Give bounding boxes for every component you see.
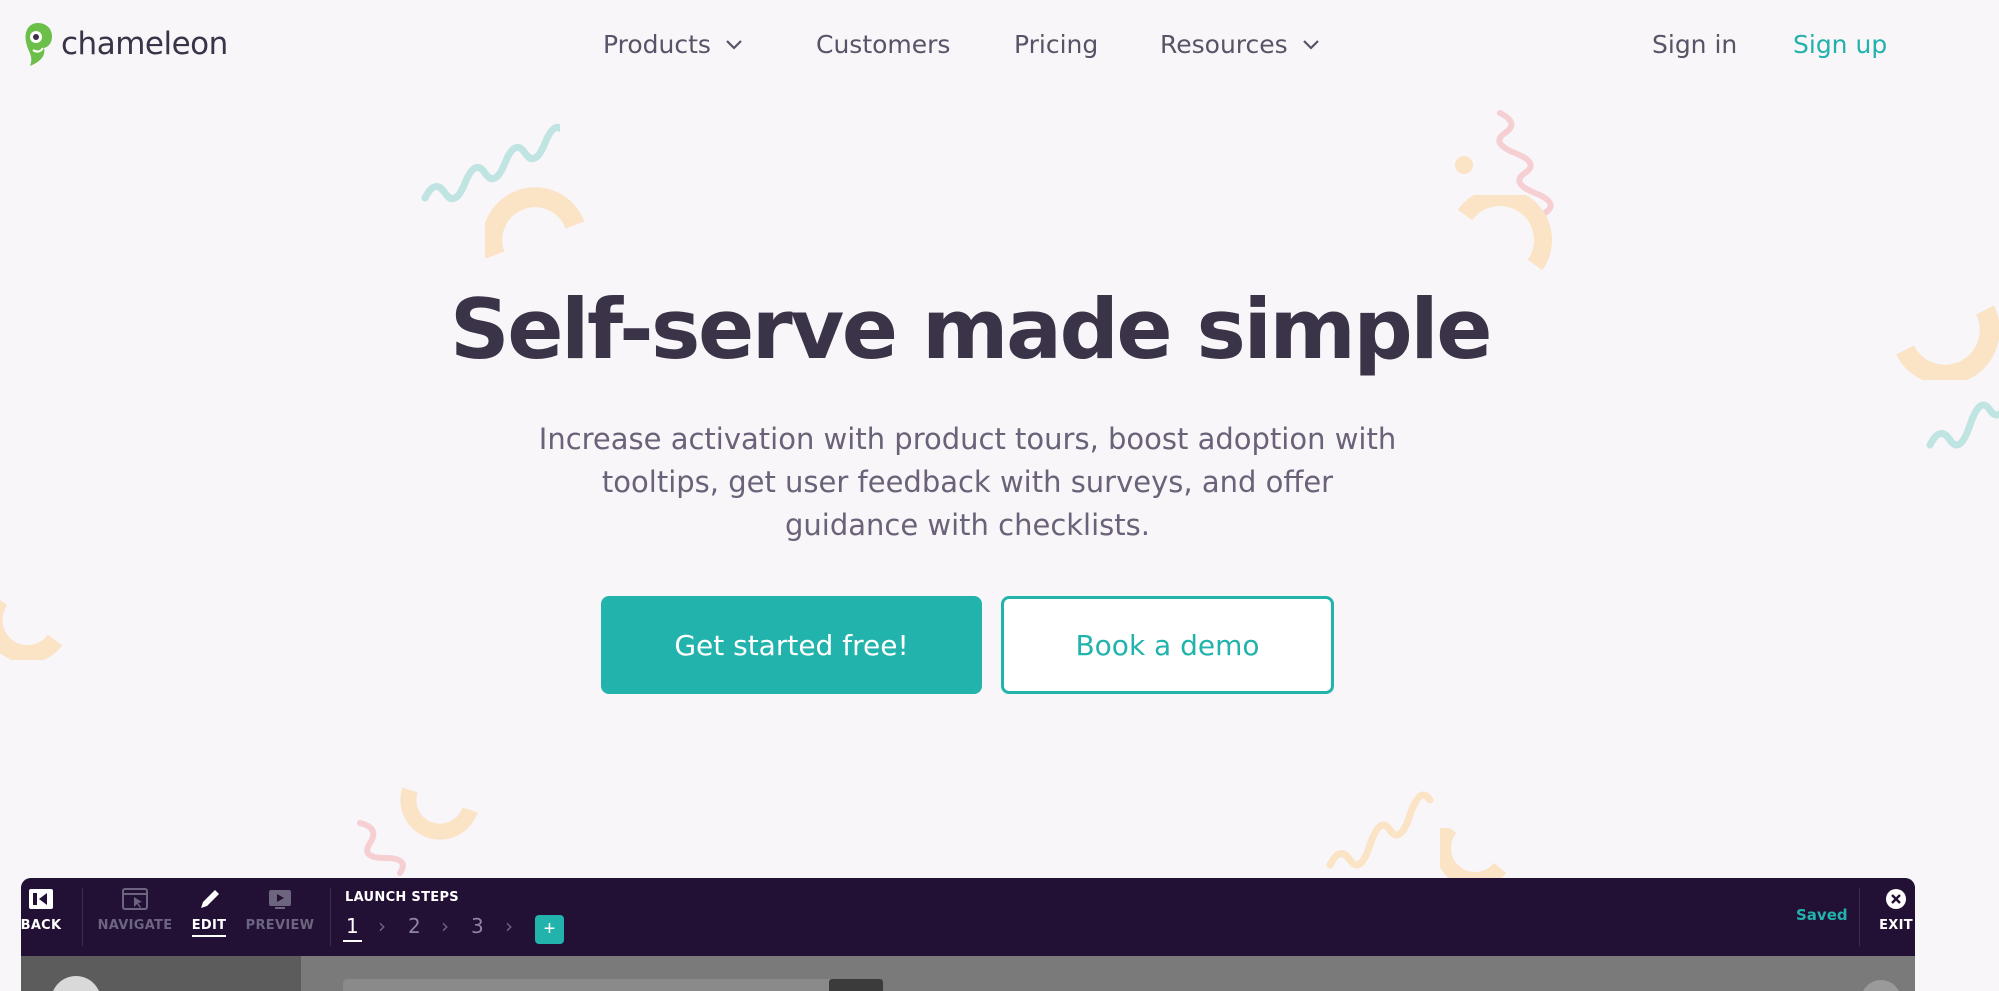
close-icon	[1886, 889, 1906, 909]
get-started-button[interactable]: Get started free!	[601, 596, 982, 694]
edit-button[interactable]: EDIT	[189, 886, 229, 937]
preview-icon	[269, 890, 291, 909]
dot-decoration	[1455, 156, 1473, 174]
exit-label: EXIT	[1879, 918, 1913, 933]
brand-logo[interactable]: chameleon	[22, 20, 228, 68]
landing-page: chameleon Products Customers Pricing Res…	[0, 0, 1999, 991]
brand-name: chameleon	[61, 26, 228, 62]
arc-decoration	[1440, 828, 1507, 878]
arc-decoration	[485, 187, 585, 259]
toolbar-divider	[1859, 888, 1860, 946]
step-1[interactable]: 1	[343, 914, 362, 942]
editor-canvas-avatar	[1861, 980, 1901, 991]
nav-customers[interactable]: Customers	[816, 30, 950, 59]
preview-label: PREVIEW	[245, 918, 315, 933]
navigate-button[interactable]: NAVIGATE	[95, 886, 175, 933]
squiggle-decoration	[1926, 401, 1999, 449]
chameleon-logo-icon	[25, 23, 52, 66]
chevron-right-icon: ›	[505, 914, 513, 938]
nav-customers-label: Customers	[816, 30, 951, 59]
exit-button[interactable]: EXIT	[1876, 886, 1915, 933]
toolbar-divider	[82, 888, 83, 946]
nav-products-label: Products	[603, 30, 711, 59]
back-button[interactable]: BACK	[21, 886, 61, 933]
back-icon	[29, 889, 53, 909]
editor-preview: BACK NAVIGATE EDIT PREVIEW LAUNCH STEPS …	[21, 878, 1915, 991]
sign-in-link[interactable]: Sign in	[1652, 30, 1737, 59]
chevron-right-icon: ›	[378, 914, 386, 938]
navigate-label: NAVIGATE	[97, 918, 173, 933]
navigate-icon	[122, 888, 148, 910]
saved-status: Saved	[1796, 906, 1848, 924]
toolbar-divider	[330, 888, 331, 946]
nav-resources[interactable]: Resources	[1160, 30, 1320, 59]
sign-up-link[interactable]: Sign up	[1793, 30, 1887, 59]
editor-canvas-block	[829, 979, 883, 991]
book-demo-button[interactable]: Book a demo	[1001, 596, 1334, 694]
nav-products[interactable]: Products	[603, 30, 743, 59]
edit-label: EDIT	[191, 918, 227, 937]
arc-decoration	[400, 787, 478, 840]
hero-title: Self-serve made simple	[449, 281, 1493, 378]
nav-pricing-label: Pricing	[1014, 30, 1099, 59]
back-label: BACK	[21, 918, 62, 933]
step-3[interactable]: 3	[471, 914, 484, 938]
step-2[interactable]: 2	[408, 914, 421, 938]
arc-decoration	[0, 600, 63, 660]
nav-pricing[interactable]: Pricing	[1014, 30, 1098, 59]
editor-canvas-bar	[343, 979, 863, 991]
editor-toolbar: BACK NAVIGATE EDIT PREVIEW LAUNCH STEPS …	[21, 878, 1915, 956]
nav-resources-label: Resources	[1160, 30, 1288, 59]
preview-button[interactable]: PREVIEW	[245, 886, 315, 933]
squiggle-decoration	[1326, 791, 1434, 869]
arc-decoration	[1457, 195, 1552, 271]
hero-subtitle: Increase activation with product tours, …	[538, 422, 1397, 542]
chevron-right-icon: ›	[441, 914, 449, 938]
chevron-down-icon	[1302, 39, 1319, 50]
launch-steps-title: LAUNCH STEPS	[345, 890, 459, 905]
pencil-icon	[201, 890, 219, 908]
add-step-button[interactable]: +	[535, 915, 564, 944]
chevron-down-icon	[726, 39, 742, 50]
